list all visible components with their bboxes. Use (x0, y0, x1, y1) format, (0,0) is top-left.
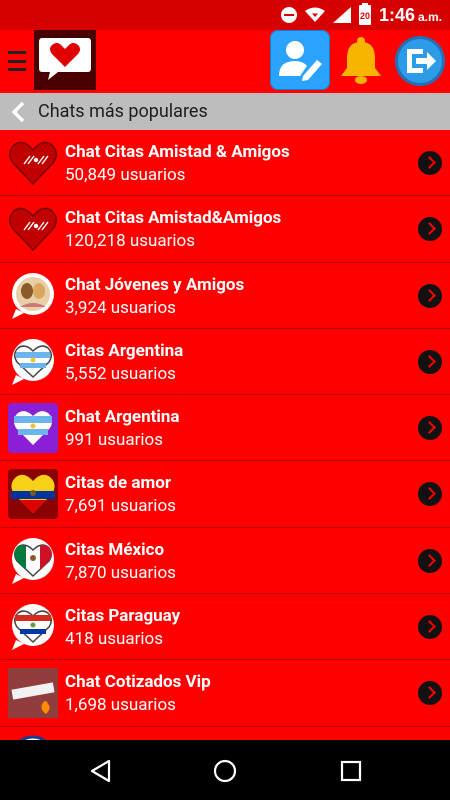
chat-user-count: 50,849 usuarios (65, 165, 186, 185)
chevron-right-icon[interactable] (418, 548, 442, 573)
chat-row[interactable]: Citas Paraguay 418 usuarios (0, 594, 450, 661)
wifi-icon (304, 7, 325, 22)
chevron-right-icon[interactable] (418, 217, 442, 242)
menu-line (8, 68, 26, 71)
chevron-right-icon[interactable] (418, 151, 442, 175)
chat-user-count: 5,552 usuarios (65, 363, 176, 384)
chat-user-count: 7,691 usuarios (65, 496, 176, 517)
chevron-right-icon[interactable] (418, 283, 442, 308)
bell-icon (341, 37, 381, 84)
app-logo[interactable] (34, 30, 96, 90)
clock-time: 1:46 (378, 4, 415, 25)
chevron-right-icon[interactable] (418, 349, 442, 374)
vip-image-icon (8, 668, 58, 719)
chat-row[interactable]: Chat Cotizados Vip 1,698 usuarios (0, 660, 450, 727)
chevron-right-icon[interactable] (418, 482, 442, 507)
status-bar: 20 1:46 a.m. (0, 0, 450, 30)
nav-back-icon[interactable] (88, 758, 114, 784)
chat-row[interactable]: Citas Argentina 5,552 usuarios (0, 328, 450, 396)
chat-row[interactable]: Chat Argentina 991 usuarios (0, 395, 450, 462)
chevron-right-icon[interactable] (418, 416, 442, 441)
back-chevron-icon[interactable] (10, 101, 26, 123)
battery-day-label: 20 (359, 11, 370, 21)
section-header: Chats más populares (0, 93, 450, 130)
chat-name: Citas Argentina (65, 340, 184, 361)
nav-home-icon[interactable] (212, 758, 238, 784)
logout-button[interactable] (395, 36, 445, 86)
menu-icon[interactable] (8, 48, 26, 74)
chat-user-count: 7,870 usuarios (65, 562, 176, 583)
chevron-right-icon[interactable] (418, 615, 442, 640)
clock-ampm: a.m. (417, 9, 442, 24)
edit-profile-button[interactable] (270, 30, 330, 90)
chat-row[interactable]: Citas México 7,870 usuarios (0, 527, 450, 595)
logout-icon (407, 49, 436, 73)
ecuador-heart-icon (8, 469, 58, 520)
chat-user-count: 1,698 usuarios (65, 695, 176, 716)
mexico-heart-bubble-icon (12, 537, 54, 584)
signal-icon (332, 7, 351, 23)
chat-row[interactable]: Citas de amor 7,691 usuarios (0, 461, 450, 528)
chat-user-count: 120,218 usuarios (65, 231, 196, 252)
argentina-purple-heart-icon (8, 403, 58, 454)
chat-row[interactable]: Chat Citas Amistad & Amigos 50,849 usuar… (0, 130, 450, 197)
chat-bubble-photo-icon (12, 272, 54, 319)
clock: 1:46 a.m. (379, 5, 442, 26)
chat-row[interactable]: Chat Jóvenes y Amigos 3,924 usuarios (0, 262, 450, 329)
chat-name: Chat Argentina (65, 407, 180, 428)
chat-name: Chat Citas Amistad&Amigos (65, 208, 282, 229)
chat-name: Chat Jóvenes y Amigos (65, 274, 245, 295)
chevron-right-icon[interactable] (418, 681, 442, 706)
chat-name: Citas México (65, 539, 165, 560)
red-heart-thumbnail-icon (9, 141, 57, 186)
red-heart-thumbnail-icon (9, 207, 57, 252)
do-not-disturb-icon (280, 7, 297, 23)
chat-name: Citas de amor (65, 473, 172, 494)
chat-list[interactable]: Chat Citas Amistad & Amigos 50,849 usuar… (0, 130, 450, 740)
menu-line (8, 59, 26, 63)
edit-profile-icon (279, 41, 322, 81)
notifications-button[interactable] (338, 36, 384, 86)
chat-name: Chat Citas Amistad & Amigos (65, 142, 290, 162)
chat-user-count: 418 usuarios (65, 629, 164, 650)
paraguay-heart-bubble-icon (12, 604, 54, 651)
chat-name: Chat Cotizados Vip (65, 672, 211, 693)
chat-name: Citas Paraguay (65, 606, 181, 627)
section-title: Chats más populares (38, 101, 208, 122)
menu-line (8, 51, 26, 54)
chat-user-count: 3,924 usuarios (65, 297, 176, 318)
chat-row[interactable] (0, 726, 450, 740)
chat-row[interactable]: Chat Citas Amistad&Amigos 120,218 usuari… (0, 196, 450, 263)
heart-chat-logo-icon (39, 38, 91, 80)
battery-icon: 20 (358, 3, 371, 25)
argentina-heart-bubble-icon (12, 338, 54, 385)
app-bar (0, 30, 450, 93)
chat-user-count: 991 usuarios (65, 430, 164, 451)
system-nav-bar (0, 740, 450, 800)
nav-recents-icon[interactable] (338, 758, 364, 784)
